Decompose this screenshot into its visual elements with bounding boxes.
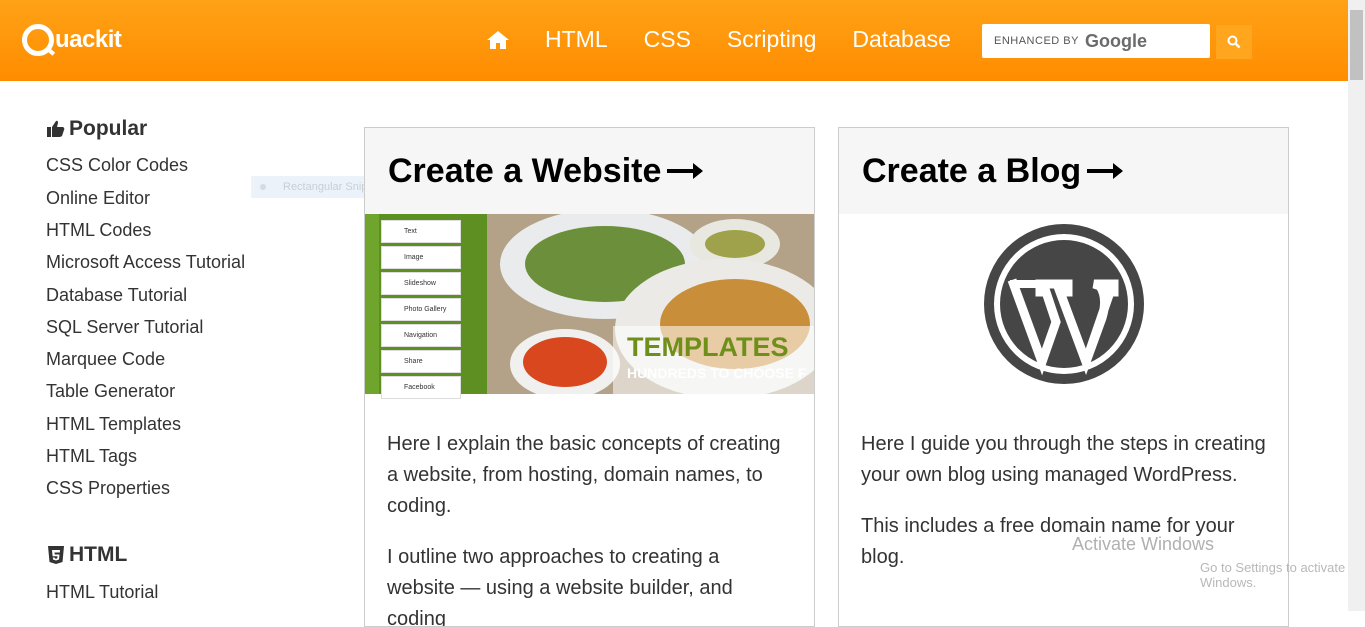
scrollbar-thumb[interactable] bbox=[1350, 10, 1363, 80]
vertical-scrollbar[interactable] bbox=[1348, 0, 1365, 611]
activate-windows-watermark: Activate Windows bbox=[1072, 534, 1215, 554]
nav-scripting[interactable]: Scripting bbox=[727, 26, 816, 53]
main-nav: HTML CSS Scripting Database bbox=[486, 26, 987, 53]
card-header: Create a Website bbox=[365, 128, 814, 214]
arrow-right-icon bbox=[667, 163, 704, 179]
sidebar-link[interactable]: HTML Codes bbox=[46, 220, 151, 241]
html-heading-text: HTML bbox=[69, 543, 128, 566]
templates-label: TEMPLATES bbox=[627, 332, 789, 362]
html5-icon bbox=[48, 546, 64, 564]
popular-heading: Popular bbox=[46, 117, 147, 141]
create-blog-card[interactable]: Create a Blog Here I guide you through t… bbox=[838, 127, 1289, 627]
sidebar-link[interactable]: HTML Tags bbox=[46, 446, 137, 467]
google-label: Google bbox=[1084, 30, 1147, 51]
search-button[interactable] bbox=[1216, 25, 1252, 59]
sidebar-link[interactable]: Database Tutorial bbox=[46, 285, 187, 306]
sidebar-link[interactable]: SQL Server Tutorial bbox=[46, 317, 203, 338]
quackit-logo[interactable]: uackit bbox=[22, 22, 122, 58]
card-paragraph: Here I explain the basic concepts of cre… bbox=[387, 433, 781, 517]
builder-item: Photo Gallery bbox=[381, 298, 461, 321]
thumbs-up-icon bbox=[47, 120, 65, 137]
builder-panel: Text Image Slideshow Photo Gallery Navig… bbox=[381, 220, 461, 402]
card-paragraph: I outline two approaches to creating a w… bbox=[387, 546, 733, 627]
templates-sub: HUNDREDS TO CHOOSE F bbox=[627, 365, 807, 381]
home-icon[interactable] bbox=[486, 28, 510, 52]
create-website-card[interactable]: Create a Website Text Image Slideshow Ph… bbox=[364, 127, 815, 627]
card-paragraph: Here I guide you through the steps in cr… bbox=[861, 433, 1266, 486]
html-heading: HTML bbox=[46, 543, 127, 567]
wordpress-image bbox=[839, 214, 1288, 394]
activate-windows-hint: Go to Settings to activate Windows. bbox=[1200, 560, 1346, 590]
search-branding: ENHANCED BY bbox=[994, 35, 1079, 47]
arrow-right-icon bbox=[1087, 163, 1124, 179]
sidebar-link[interactable]: Microsoft Access Tutorial bbox=[46, 252, 245, 273]
sidebar-link[interactable]: Marquee Code bbox=[46, 349, 165, 370]
card-title[interactable]: Create a Blog bbox=[862, 152, 1081, 191]
snip-dot-icon bbox=[260, 184, 266, 190]
card-title[interactable]: Create a Website bbox=[388, 152, 661, 191]
logo-q-icon bbox=[22, 24, 54, 56]
nav-css[interactable]: CSS bbox=[644, 26, 691, 53]
snip-label: Rectangular Snip bbox=[283, 181, 368, 193]
builder-item: Facebook bbox=[381, 376, 461, 399]
sidebar-link[interactable]: CSS Properties bbox=[46, 478, 170, 499]
builder-item: Navigation bbox=[381, 324, 461, 347]
website-builder-image: Text Image Slideshow Photo Gallery Navig… bbox=[365, 209, 814, 399]
builder-item: Slideshow bbox=[381, 272, 461, 295]
search-input[interactable]: ENHANCED BY Google bbox=[982, 24, 1210, 58]
builder-item: Share bbox=[381, 350, 461, 373]
sidebar-link[interactable]: HTML Tutorial bbox=[46, 582, 158, 603]
builder-item: Text bbox=[381, 220, 461, 243]
wordpress-logo-icon bbox=[983, 224, 1144, 384]
sidebar-link[interactable]: HTML Templates bbox=[46, 414, 181, 435]
card-header: Create a Blog bbox=[839, 128, 1288, 214]
popular-heading-text: Popular bbox=[69, 117, 148, 140]
sidebar-link[interactable]: Table Generator bbox=[46, 381, 175, 402]
builder-item: Image bbox=[381, 246, 461, 269]
sidebar-link[interactable]: Online Editor bbox=[46, 188, 150, 209]
site-header: uackit HTML CSS Scripting Database ENHAN… bbox=[0, 0, 1348, 81]
sidebar-link[interactable]: CSS Color Codes bbox=[46, 155, 188, 176]
logo-text: uackit bbox=[55, 26, 122, 53]
search-icon bbox=[1227, 35, 1241, 49]
nav-html[interactable]: HTML bbox=[545, 26, 608, 53]
nav-database[interactable]: Database bbox=[852, 26, 950, 53]
